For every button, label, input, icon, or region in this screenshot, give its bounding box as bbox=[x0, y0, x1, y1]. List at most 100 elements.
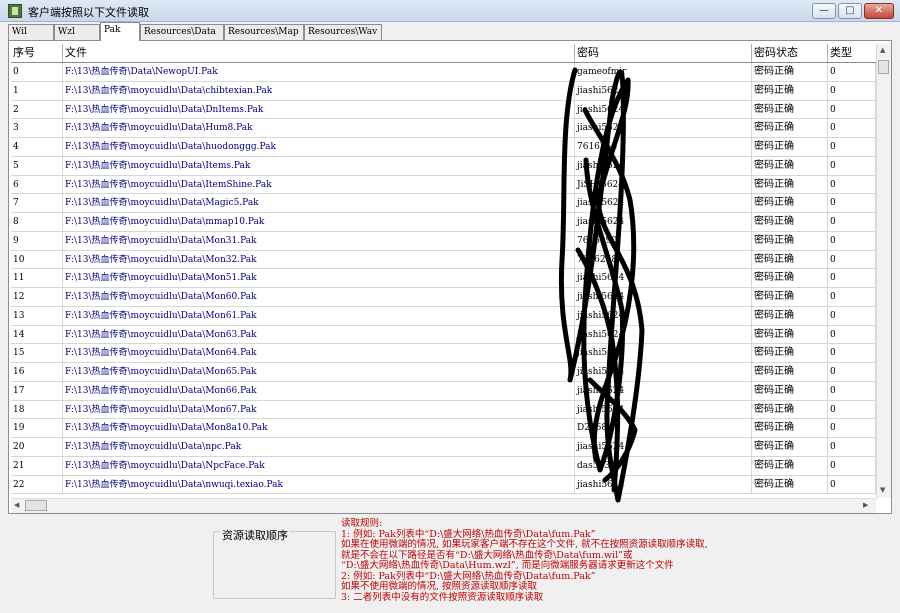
table-row[interactable]: 0 F:\13\热血传奇\Data\NewopUI.Pak gameofmir 密码正… bbox=[11, 63, 876, 82]
resource-read-order-title: 资源读取顺序 bbox=[220, 527, 290, 543]
rules-heading: 读取规则: bbox=[341, 518, 383, 529]
row-id-cell: 21 bbox=[11, 456, 63, 475]
row-status-cell: 密码正确 bbox=[752, 100, 828, 119]
row-status-cell: 密码正确 bbox=[752, 475, 828, 494]
title-bar: 客户端按照以下文件读取 — □ ✕ bbox=[0, 0, 900, 22]
header-status[interactable]: 密码状态 bbox=[752, 44, 828, 62]
vertical-scrollbar[interactable]: ▲ ▼ bbox=[876, 44, 891, 498]
row-password-cell: jiashi5624 bbox=[575, 381, 752, 400]
row-id-cell: 5 bbox=[11, 156, 63, 175]
header-password[interactable]: 密码 bbox=[575, 44, 752, 62]
row-status-cell: 密码正确 bbox=[752, 119, 828, 138]
row-id-cell: 15 bbox=[11, 344, 63, 363]
row-id-cell: 13 bbox=[11, 306, 63, 325]
rules-line: 如果不使用微端的情况, 按照资源读取顺序读取 bbox=[341, 581, 538, 592]
table-row[interactable]: 1 F:\13\热血传奇\moycuidlu\Data\chibtexian.Pa… bbox=[11, 81, 876, 101]
row-type-cell: 0 bbox=[828, 456, 876, 475]
maximize-button[interactable]: □ bbox=[838, 3, 862, 19]
row-type-cell: 0 bbox=[828, 81, 876, 100]
row-password-cell: gameofmir bbox=[575, 63, 752, 81]
tab-resources-data[interactable]: Resources\Data bbox=[140, 24, 224, 40]
tab-pak[interactable]: Pak bbox=[100, 22, 140, 41]
row-status-cell: 密码正确 bbox=[752, 325, 828, 344]
row-file-cell: F:\13\热血传奇\Data\NewopUI.Pak bbox=[63, 63, 575, 81]
tab-wil[interactable]: Wil bbox=[8, 24, 54, 40]
read-rules: 读取规则: 1: 例如: Pak列表中“D:\盛大网络\热血传奇\Data\fu… bbox=[341, 518, 781, 603]
row-status-cell: 密码正确 bbox=[752, 81, 828, 100]
scroll-down-icon[interactable]: ▼ bbox=[880, 486, 885, 494]
header-id[interactable]: 序号 bbox=[11, 44, 63, 62]
scroll-up-icon[interactable]: ▲ bbox=[880, 46, 885, 54]
scroll-left-icon[interactable]: ◀ bbox=[14, 501, 19, 509]
tab-resources-wav[interactable]: Resources\Wav bbox=[304, 24, 382, 40]
table-row[interactable]: 6 F:\13\热血传奇\moycuidlu\Data\ItemShine.Pak… bbox=[11, 175, 876, 195]
row-file-cell: F:\13\热血传奇\moycuidlu\Data\Items.Pak bbox=[63, 156, 575, 175]
row-id-cell: 20 bbox=[11, 438, 63, 456]
row-status-cell: 密码正确 bbox=[752, 400, 828, 419]
table-row[interactable]: 2 F:\13\热血传奇\moycuidlu\Data\DnItems.Pak ji… bbox=[11, 100, 876, 120]
table-row[interactable]: 20 F:\13\热血传奇\moycuidlu\Data\npc.Pak jiash… bbox=[11, 438, 876, 457]
table-row[interactable]: 10 F:\13\热血传奇\moycuidlu\Data\Mon32.Pak 761… bbox=[11, 250, 876, 270]
row-status-cell: 密码正确 bbox=[752, 306, 828, 325]
row-id-cell: 0 bbox=[11, 63, 63, 81]
row-id-cell: 2 bbox=[11, 100, 63, 119]
table-row[interactable]: 13 F:\13\热血传奇\moycuidlu\Data\Mon61.Pak jia… bbox=[11, 306, 876, 326]
row-file-cell: F:\13\热血传奇\moycuidlu\Data\Mon31.Pak bbox=[63, 231, 575, 250]
row-status-cell: 密码正确 bbox=[752, 419, 828, 438]
scroll-right-icon[interactable]: ▶ bbox=[863, 501, 868, 509]
table-row[interactable]: 15 F:\13\热血传奇\moycuidlu\Data\Mon64.Pak jia… bbox=[11, 344, 876, 363]
row-id-cell: 11 bbox=[11, 269, 63, 288]
vertical-scroll-thumb[interactable] bbox=[878, 60, 889, 74]
row-file-cell: F:\13\热血传奇\moycuidlu\Data\Hum8.Pak bbox=[63, 119, 575, 138]
minimize-button[interactable]: — bbox=[812, 3, 836, 19]
table-row[interactable]: 7 F:\13\热血传奇\moycuidlu\Data\Magic5.Pak jia… bbox=[11, 194, 876, 213]
row-type-cell: 0 bbox=[828, 363, 876, 381]
tab-wzl[interactable]: Wzl bbox=[54, 24, 100, 40]
header-type[interactable]: 类型 bbox=[828, 44, 876, 62]
row-status-cell: 密码正确 bbox=[752, 456, 828, 475]
table-row[interactable]: 8 F:\13\热血传奇\moycuidlu\Data\mmap10.Pak jia… bbox=[11, 213, 876, 232]
pak-panel: 序号 文件 密码 密码状态 类型 0 F:\13\热血传奇\Data\NewopU… bbox=[8, 40, 892, 514]
row-file-cell: F:\13\热血传奇\moycuidlu\Data\Mon66.Pak bbox=[63, 381, 575, 400]
table-row[interactable]: 21 F:\13\热血传奇\moycuidlu\Data\NpcFace.Pak d… bbox=[11, 456, 876, 476]
row-password-cell: jiashi5624 bbox=[575, 363, 752, 381]
horizontal-scrollbar[interactable]: ◀ ▶ bbox=[11, 498, 876, 513]
row-status-cell: 密码正确 bbox=[752, 63, 828, 81]
table-row[interactable]: 14 F:\13\热血传奇\moycuidlu\Data\Mon63.Pak jia… bbox=[11, 325, 876, 345]
row-type-cell: 0 bbox=[828, 100, 876, 119]
table-row[interactable]: 5 F:\13\热血传奇\moycuidlu\Data\Items.Pak jias… bbox=[11, 156, 876, 176]
app-icon bbox=[8, 4, 22, 18]
table-row[interactable]: 12 F:\13\热血传奇\moycuidlu\Data\Mon60.Pak jia… bbox=[11, 288, 876, 307]
row-type-cell: 0 bbox=[828, 419, 876, 438]
row-status-cell: 密码正确 bbox=[752, 288, 828, 306]
table-row[interactable]: 9 F:\13\热血传奇\moycuidlu\Data\Mon31.Pak 7616… bbox=[11, 231, 876, 251]
row-id-cell: 10 bbox=[11, 250, 63, 269]
header-file[interactable]: 文件 bbox=[63, 44, 575, 62]
row-type-cell: 0 bbox=[828, 325, 876, 344]
horizontal-scroll-thumb[interactable] bbox=[25, 500, 47, 511]
row-password-cell: JiSHJ5624 bbox=[575, 175, 752, 194]
row-status-cell: 密码正确 bbox=[752, 381, 828, 400]
tab-resources-map[interactable]: Resources\Map bbox=[224, 24, 304, 40]
table-row[interactable]: 4 F:\13\热血传奇\moycuidlu\Data\huodonggg.Pak… bbox=[11, 138, 876, 157]
row-id-cell: 16 bbox=[11, 363, 63, 381]
row-password-cell: jiashi5624 bbox=[575, 81, 752, 100]
window-title: 客户端按照以下文件读取 bbox=[28, 6, 149, 19]
table-row[interactable]: 3 F:\13\热血传奇\moycuidlu\Data\Hum8.Pak jiash… bbox=[11, 119, 876, 138]
close-button[interactable]: ✕ bbox=[864, 3, 894, 19]
row-file-cell: F:\13\热血传奇\moycuidlu\Data\chibtexian.Pak bbox=[63, 81, 575, 100]
row-password-cell: 7616258 bbox=[575, 138, 752, 156]
table-row[interactable]: 11 F:\13\热血传奇\moycuidlu\Data\Mon51.Pak jia… bbox=[11, 269, 876, 288]
table-header: 序号 文件 密码 密码状态 类型 bbox=[11, 44, 876, 63]
table-row[interactable]: 17 F:\13\热血传奇\moycuidlu\Data\Mon66.Pak jia… bbox=[11, 381, 876, 401]
table-row[interactable]: 19 F:\13\热血传奇\moycuidlu\Data\Mon8a10.Pak D… bbox=[11, 419, 876, 438]
row-type-cell: 0 bbox=[828, 63, 876, 81]
table-row[interactable]: 16 F:\13\热血传奇\moycuidlu\Data\Mon65.Pak jia… bbox=[11, 363, 876, 382]
row-status-cell: 密码正确 bbox=[752, 250, 828, 269]
row-file-cell: F:\13\热血传奇\moycuidlu\Data\Mon64.Pak bbox=[63, 344, 575, 363]
table-row[interactable]: 22 F:\13\热血传奇\moycuidlu\Data\nwuqi.texiao… bbox=[11, 475, 876, 495]
table-row[interactable]: 18 F:\13\热血传奇\moycuidlu\Data\Mon67.Pak jia… bbox=[11, 400, 876, 420]
row-file-cell: F:\13\热血传奇\moycuidlu\Data\Magic5.Pak bbox=[63, 194, 575, 213]
pak-file-table[interactable]: 序号 文件 密码 密码状态 类型 0 F:\13\热血传奇\Data\NewopU… bbox=[11, 44, 876, 498]
row-id-cell: 17 bbox=[11, 381, 63, 400]
